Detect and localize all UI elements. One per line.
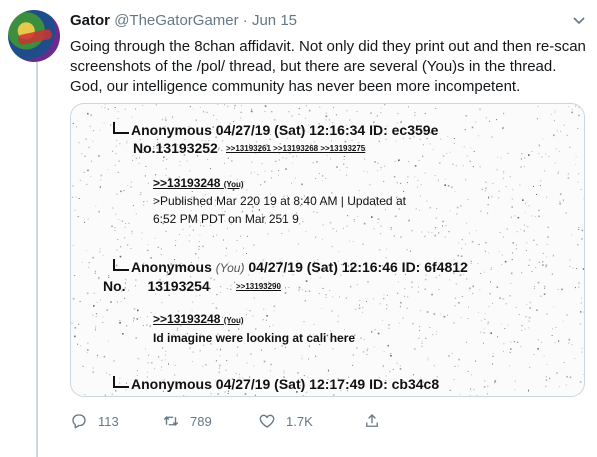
share-icon [366,414,378,427]
tweet-date[interactable]: Jun 15 [252,12,297,29]
post1-replies: >>13193261 >>13193268 >>13193275 [226,144,366,153]
avatar[interactable] [8,10,60,62]
post3-header: Anonymous 04/27/19 (Sat) 12:17:49 ID: cb… [113,376,439,392]
post3-arrow-icon [113,376,129,388]
post2-quote-link: >>13193248 (You) [153,312,244,326]
post1-published-line1: >Published Mar 220 19 at 8:40 AM | Updat… [153,194,406,208]
post1-number: No.13193252 [133,140,218,156]
post1-quote-link: >>13193248 (You) [153,176,244,190]
tweet-media-image[interactable]: Anonymous 04/27/19 (Sat) 12:16:34 ID: ec… [70,103,585,397]
header-separator: · [242,12,248,29]
post2-body: Id imagine were looking at cali here [153,331,356,345]
chevron-down-icon[interactable] [571,14,587,28]
post2-replies: >>13193290 [236,282,281,291]
retweet-icon [163,416,179,426]
like-count: 1.7K [286,413,313,429]
heart-icon [259,414,275,428]
author-handle[interactable]: @TheGatorGamer [114,12,238,29]
post2-arrow-icon [113,259,129,271]
tweet-actions: 113 789 1.7K [70,409,400,433]
retweet-button[interactable]: 789 [162,409,212,433]
reply-button[interactable]: 113 [70,409,119,433]
post1-published-line2: 6:52 PM PDT on Mar 251 9 [153,212,299,226]
retweet-count: 789 [190,413,212,429]
like-button[interactable]: 1.7K [258,409,313,433]
post2-number-row: No. 13193254 [103,278,210,294]
post1-header: Anonymous 04/27/19 (Sat) 12:16:34 ID: ec… [113,122,438,138]
author-name[interactable]: Gator [70,12,110,29]
share-button[interactable] [363,409,391,433]
thread-connector-line [36,62,38,457]
reply-icon [72,414,86,429]
post1-arrow-icon [113,122,129,134]
reply-count: 113 [98,413,119,429]
post2-header: Anonymous (You) 04/27/19 (Sat) 12:16:46 … [113,259,468,275]
tweet-text: Going through the 8chan affidavit. Not o… [70,38,586,95]
tweet-header: Gator @TheGatorGamer · Jun 15 [70,12,297,30]
